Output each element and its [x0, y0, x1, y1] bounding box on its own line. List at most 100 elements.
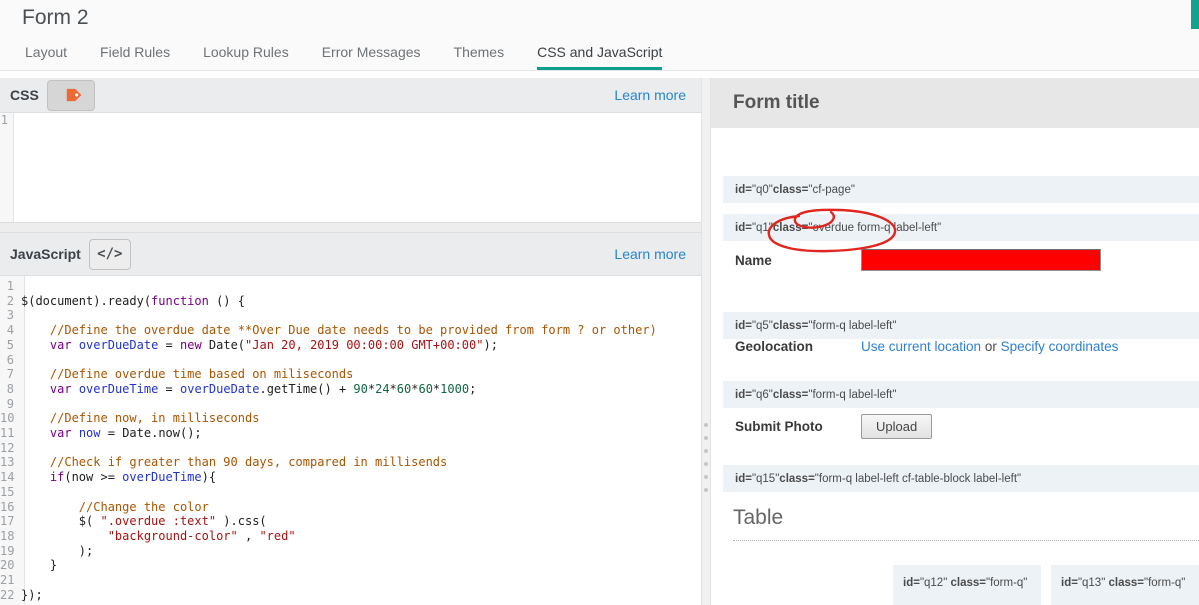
- js-snippets-button[interactable]: </>: [88, 238, 131, 270]
- code-token: }: [21, 558, 58, 573]
- css-editor[interactable]: 1: [0, 113, 701, 222]
- code-token: overDueTime: [78, 381, 159, 396]
- code-text: //Change the color: [21, 500, 209, 515]
- code-line: 14 if(now >= overDueTime){: [0, 470, 701, 485]
- css-panel-title: CSS: [10, 87, 39, 103]
- attr-name-text: id=: [1061, 577, 1078, 589]
- tab-spacer: [0, 71, 1199, 78]
- line-number: 19: [0, 543, 15, 558]
- code-line: 6: [0, 353, 701, 368]
- table-section-title: Table: [733, 506, 784, 529]
- code-token: "Jan 20, 2019 00:00:00 GMT+00:00": [245, 337, 484, 352]
- use-current-location-link[interactable]: Use current location: [861, 339, 981, 354]
- attr-name-text: id=: [903, 577, 920, 589]
- tab-error-messages[interactable]: Error Messages: [322, 44, 421, 70]
- line-number: 8: [6, 381, 14, 396]
- code-token: );: [483, 337, 498, 352]
- tag-icon: [66, 88, 82, 102]
- specify-coordinates-link[interactable]: Specify coordinates: [1001, 339, 1119, 354]
- attr-name-text: class=: [772, 388, 809, 401]
- form-title-header: Form title: [711, 78, 1199, 128]
- attr-value-text: "q15": [751, 472, 780, 485]
- id-box-q13: id="q13" class="form-q": [1051, 565, 1199, 605]
- code-token: (now >=: [64, 470, 123, 485]
- attr-name-text: id=: [735, 221, 752, 234]
- line-number: 12: [0, 440, 15, 455]
- code-token: $(: [21, 514, 101, 529]
- code-line: 4 //Define the overdue date **Over Due d…: [0, 323, 701, 338]
- code-text: $( ".overdue :text" ).css(: [21, 514, 267, 529]
- css-learn-more-link[interactable]: Learn more: [614, 87, 686, 103]
- code-token: overDueDate: [180, 381, 260, 396]
- code-line: 21: [0, 573, 701, 588]
- line-number: 9: [6, 396, 14, 411]
- code-line: 11 var now = Date.now();: [0, 426, 701, 441]
- table-section-divider: [733, 540, 1199, 541]
- line-number: 1: [6, 279, 14, 293]
- line-number: 2: [6, 293, 14, 308]
- code-text: //Define the overdue date **Over Due dat…: [21, 323, 657, 338]
- id-bar-q6: id= "q6" class= "form-q label-left": [723, 381, 1199, 408]
- code-token: if: [49, 470, 65, 485]
- line-number: 20: [0, 558, 15, 573]
- code-line: 15: [0, 485, 701, 500]
- code-token: =: [158, 337, 180, 352]
- form-preview-body: id= "q0" class= "cf-page" id= "q1" class= "o…: [711, 128, 1199, 605]
- tab-bar: Layout Field Rules Lookup Rules Error Messa…: [0, 44, 1199, 71]
- line-number: 3: [6, 308, 14, 323]
- tab-css-and-javascript[interactable]: CSS and JavaScript: [537, 44, 663, 70]
- editors-panel: CSS Learn more 1 JavaScript </> Learn mo…: [0, 78, 701, 605]
- accent-edge-button[interactable]: [1191, 0, 1199, 29]
- code-line: 10 //Define now, in milliseconds: [0, 411, 701, 426]
- upload-button[interactable]: Upload: [861, 413, 933, 439]
- code-token: $(document).ready(: [21, 293, 152, 308]
- name-field-row: Name: [735, 245, 1199, 275]
- code-line: 16 //Change the color: [0, 500, 701, 515]
- css-snippets-button[interactable]: [46, 79, 95, 111]
- js-editor[interactable]: 1 2 $(document).ready(function () { 3 4 //…: [0, 276, 701, 605]
- attr-value-text: "q1": [751, 221, 773, 234]
- code-text: $(document).ready(function () {: [21, 294, 245, 309]
- name-text-input[interactable]: [861, 249, 1101, 271]
- geolocation-controls: Use current location or Specify coordina…: [861, 339, 1118, 354]
- tab-layout[interactable]: Layout: [25, 44, 67, 70]
- vertical-splitter[interactable]: [701, 78, 711, 605]
- code-text: }: [21, 558, 57, 573]
- top-bar: Form 2: [0, 0, 1199, 44]
- line-number: 22: [0, 587, 15, 602]
- code-token: 90: [353, 381, 368, 396]
- attr-name-text: class=: [1108, 577, 1144, 589]
- tab-field-rules[interactable]: Field Rules: [100, 44, 170, 70]
- code-text: });: [21, 588, 43, 603]
- code-line: 20 }: [0, 558, 701, 573]
- code-text: if(now >= overDueTime){: [21, 470, 216, 485]
- geolocation-field-label: Geolocation: [735, 338, 814, 354]
- code-token: 24: [375, 381, 390, 396]
- js-learn-more-link[interactable]: Learn more: [614, 246, 686, 262]
- code-token: //Define now, in milliseconds: [21, 411, 260, 426]
- attr-name-text: id=: [735, 388, 752, 401]
- line-number: 6: [6, 352, 14, 367]
- code-token: () {: [208, 293, 245, 308]
- code-token: = Date.now();: [100, 426, 202, 441]
- code-token: 60: [418, 381, 433, 396]
- line-number: 1: [0, 113, 8, 127]
- horizontal-splitter[interactable]: [0, 222, 701, 233]
- attr-value-text: "q5": [751, 319, 773, 332]
- tab-themes[interactable]: Themes: [454, 44, 505, 70]
- code-line: 19 );: [0, 544, 701, 559]
- code-line: 1: [0, 113, 701, 128]
- tab-lookup-rules[interactable]: Lookup Rules: [203, 44, 289, 70]
- attr-value-text: "form-q label-left": [808, 388, 897, 401]
- id-bar-q15: id= "q15" class= "form-q label-left cf-tab…: [723, 465, 1199, 492]
